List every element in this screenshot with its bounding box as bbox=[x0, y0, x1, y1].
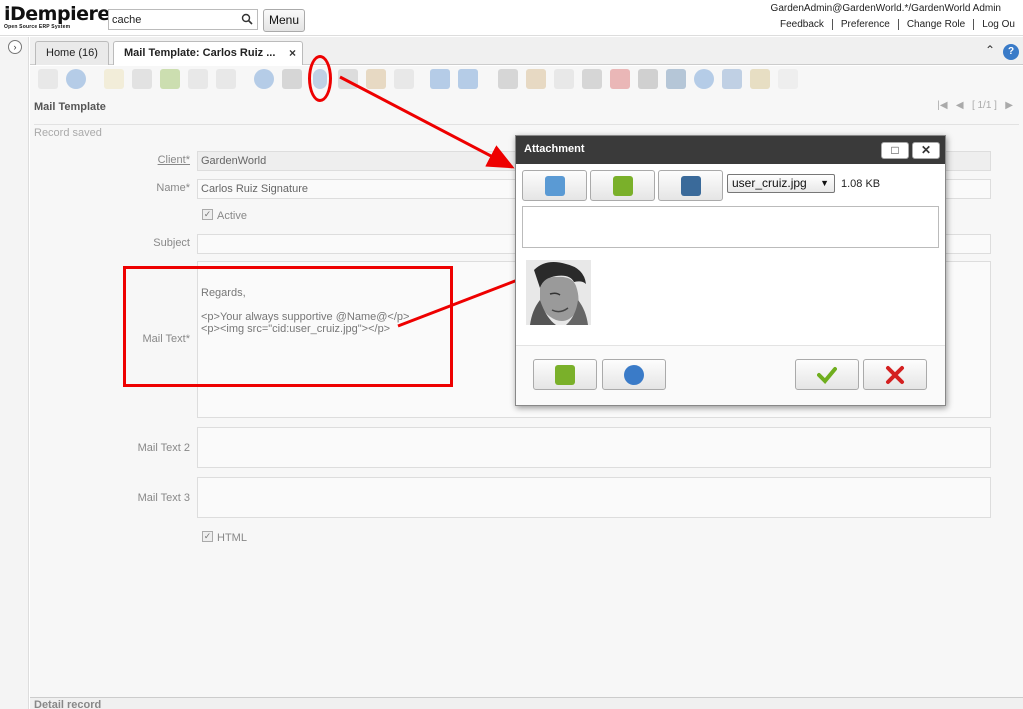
attachment-text-area[interactable] bbox=[522, 206, 939, 248]
checkmark-icon bbox=[817, 366, 837, 384]
file-select[interactable]: user_cruiz.jpg ▼ bbox=[727, 174, 835, 193]
report-icon[interactable] bbox=[498, 69, 518, 89]
tab-close-icon[interactable]: × bbox=[289, 42, 296, 64]
tab-home[interactable]: Home (16) bbox=[35, 41, 109, 65]
subject-label: Subject bbox=[153, 237, 190, 249]
search-icon[interactable] bbox=[241, 13, 253, 25]
import-icon[interactable] bbox=[750, 69, 770, 89]
name-label: Name* bbox=[156, 182, 190, 194]
zoom-across-icon[interactable] bbox=[582, 69, 602, 89]
html-checkbox[interactable]: ✓ bbox=[202, 531, 213, 542]
chat-icon[interactable] bbox=[338, 69, 358, 89]
idempiere-logo[interactable]: iDempiere Open Source ERP System bbox=[4, 4, 110, 30]
attachment-dialog: Attachment □ ✕ user_cruiz.jpg ▼ 1.08 KB bbox=[515, 135, 946, 406]
annotation-box bbox=[123, 266, 453, 387]
logo-text: iDempiere bbox=[4, 3, 110, 25]
close-icon[interactable]: ✕ bbox=[912, 142, 940, 159]
user-role-info[interactable]: GardenAdmin@GardenWorld.*/GardenWorld Ad… bbox=[771, 3, 1001, 14]
expand-panel-icon[interactable]: › bbox=[8, 40, 22, 54]
new-record-icon[interactable] bbox=[104, 69, 124, 89]
load-file-button[interactable] bbox=[522, 170, 587, 201]
save-to-disk-icon bbox=[680, 175, 701, 196]
active-checkbox[interactable]: ✓ bbox=[202, 209, 213, 220]
feedback-link[interactable]: Feedback bbox=[771, 19, 833, 30]
grid-toggle-icon[interactable] bbox=[366, 69, 386, 89]
record-count: [ 1/1 ] bbox=[971, 100, 997, 111]
change-role-link[interactable]: Change Role bbox=[898, 19, 975, 30]
help-tb-icon[interactable] bbox=[66, 69, 86, 89]
find-icon[interactable] bbox=[282, 69, 302, 89]
tab-mail-template-label: Mail Template: Carlos Ruiz ... bbox=[124, 47, 276, 59]
chevron-down-icon: ▼ bbox=[820, 178, 829, 188]
dialog-footer bbox=[516, 345, 945, 405]
window-tabbar: Home (16) Mail Template: Carlos Ruiz ...… bbox=[30, 37, 1023, 65]
mail-text-3-label: Mail Text 3 bbox=[137, 492, 190, 504]
window-toolbar bbox=[30, 66, 1023, 92]
ignore-icon[interactable] bbox=[38, 69, 58, 89]
save-icon[interactable] bbox=[188, 69, 208, 89]
app-header: iDempiere Open Source ERP System Menu Ga… bbox=[0, 0, 1023, 36]
search-input[interactable] bbox=[109, 10, 237, 29]
mail-text-3-field[interactable] bbox=[197, 477, 991, 518]
active-workflows-icon[interactable] bbox=[610, 69, 630, 89]
attachment-preview-image bbox=[526, 260, 591, 325]
next-record-icon[interactable] bbox=[458, 69, 478, 89]
refresh-icon bbox=[624, 364, 644, 385]
previous-record-icon[interactable] bbox=[430, 69, 450, 89]
delete-record-icon[interactable] bbox=[160, 69, 180, 89]
customize-icon[interactable] bbox=[778, 69, 798, 89]
save-file-button[interactable] bbox=[658, 170, 723, 201]
recycle-icon bbox=[555, 364, 575, 385]
file-size: 1.08 KB bbox=[841, 178, 881, 190]
first-record-icon[interactable]: |◀ bbox=[937, 100, 947, 111]
prev-page-icon[interactable]: ◀ bbox=[956, 100, 964, 111]
ok-button[interactable] bbox=[795, 359, 859, 390]
help-icon[interactable]: ? bbox=[1003, 44, 1019, 60]
mail-text-2-field[interactable] bbox=[197, 427, 991, 468]
menu-button[interactable]: Menu bbox=[263, 9, 305, 32]
record-pager: |◀ ◀ [ 1/1 ] ▶ bbox=[937, 100, 1013, 111]
refresh-button[interactable] bbox=[602, 359, 666, 390]
detail-record-label: Detail record bbox=[34, 699, 102, 709]
client-label: Client* bbox=[157, 154, 190, 166]
delete-all-button[interactable] bbox=[533, 359, 597, 390]
product-info-icon[interactable] bbox=[666, 69, 686, 89]
save-create-icon[interactable] bbox=[216, 69, 236, 89]
tab-home-label: Home (16) bbox=[46, 47, 98, 59]
tabbar-controls: ⌃? bbox=[985, 43, 1019, 60]
recycle-icon bbox=[612, 175, 633, 196]
user-links: Feedback Preference Change Role Log Ou bbox=[771, 19, 1023, 30]
export-icon[interactable] bbox=[722, 69, 742, 89]
collapse-up-icon[interactable]: ⌃ bbox=[985, 43, 995, 57]
maximize-icon[interactable]: □ bbox=[881, 142, 909, 159]
cross-icon bbox=[886, 365, 904, 384]
next-page-icon[interactable]: ▶ bbox=[1005, 100, 1013, 111]
print-icon[interactable] bbox=[554, 69, 574, 89]
west-panel: › bbox=[0, 37, 29, 709]
archive-icon[interactable] bbox=[526, 69, 546, 89]
annotation-ellipse bbox=[308, 55, 332, 102]
global-search[interactable] bbox=[108, 9, 258, 30]
logout-link[interactable]: Log Ou bbox=[974, 19, 1023, 30]
requests-icon[interactable] bbox=[638, 69, 658, 89]
refresh-icon[interactable] bbox=[254, 69, 274, 89]
copy-record-icon[interactable] bbox=[132, 69, 152, 89]
mail-text-2-label: Mail Text 2 bbox=[137, 442, 190, 454]
tab-mail-template[interactable]: Mail Template: Carlos Ruiz ... × bbox=[113, 41, 303, 65]
preference-link[interactable]: Preference bbox=[832, 19, 899, 30]
cancel-button[interactable] bbox=[863, 359, 927, 390]
window-title: Mail Template bbox=[34, 101, 106, 113]
selected-file-name: user_cruiz.jpg bbox=[732, 176, 807, 190]
load-file-icon bbox=[544, 175, 565, 196]
html-label: HTML bbox=[217, 532, 247, 544]
process-icon[interactable] bbox=[694, 69, 714, 89]
delete-file-button[interactable] bbox=[590, 170, 655, 201]
detail-pane: Detail record bbox=[30, 697, 1023, 709]
active-label: Active bbox=[217, 210, 247, 222]
parent-record-icon[interactable] bbox=[394, 69, 414, 89]
